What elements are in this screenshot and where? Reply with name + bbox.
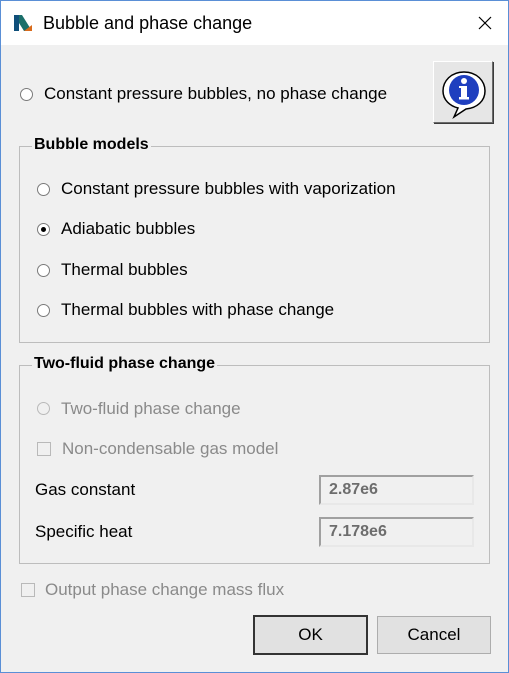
constant-pressure-no-phase-change-label: Constant pressure bubbles, no phase chan… — [44, 84, 388, 103]
cancel-button[interactable]: Cancel — [377, 616, 491, 654]
specific-heat-field[interactable]: 7.178e6 — [319, 517, 474, 547]
info-button[interactable] — [433, 61, 493, 123]
window-title: Bubble and phase change — [43, 13, 253, 33]
bubble-option-1-radio[interactable] — [37, 223, 50, 236]
constant-pressure-no-phase-change-radio[interactable] — [20, 88, 33, 101]
specific-heat-label: Specific heat — [35, 522, 133, 541]
bubble-option-3-radio[interactable] — [37, 304, 50, 317]
title-bar: Bubble and phase change — [1, 1, 508, 45]
bubble-option-2-label: Thermal bubbles — [61, 260, 188, 279]
bubble-option-2-radio[interactable] — [37, 264, 50, 277]
output-mass-flux-label: Output phase change mass flux — [45, 580, 285, 599]
two-fluid-phase-change-label: Two-fluid phase change — [61, 399, 241, 418]
gas-constant-label: Gas constant — [35, 480, 136, 499]
output-mass-flux-checkbox[interactable] — [21, 583, 35, 597]
bubble-option-3-label: Thermal bubbles with phase change — [61, 300, 335, 319]
bubble-option-0-label: Constant pressure bubbles with vaporizat… — [61, 179, 396, 198]
app-logo-icon — [14, 15, 32, 31]
gas-constant-field[interactable]: 2.87e6 — [319, 475, 474, 505]
bubble-option-0-radio[interactable] — [37, 183, 50, 196]
two-fluid-title: Two-fluid phase change — [32, 354, 218, 374]
non-condensable-gas-checkbox[interactable] — [37, 442, 51, 456]
ok-button[interactable]: OK — [253, 615, 368, 655]
bubble-option-1-label: Adiabatic bubbles — [61, 219, 196, 238]
info-icon — [442, 71, 486, 120]
close-button[interactable] — [461, 1, 508, 45]
non-condensable-gas-label: Non-condensable gas model — [62, 439, 279, 458]
two-fluid-phase-change-radio[interactable] — [37, 402, 50, 415]
dialog-window: Bubble and phase change Constant pressur… — [0, 0, 509, 673]
close-icon — [478, 16, 491, 30]
bubble-models-title: Bubble models — [32, 135, 151, 155]
